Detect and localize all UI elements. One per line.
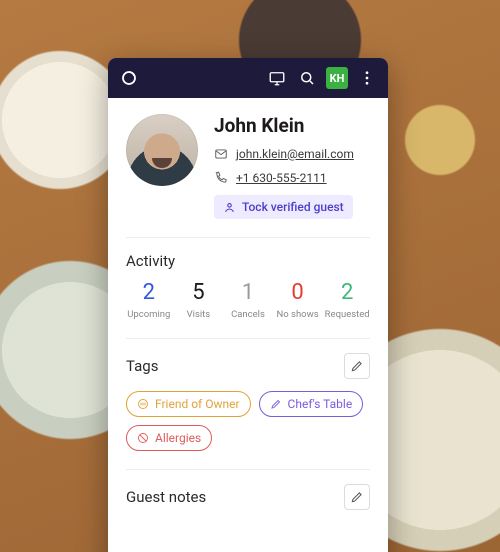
stat-label: Upcoming xyxy=(126,309,172,320)
divider xyxy=(126,338,370,339)
search-icon[interactable] xyxy=(296,67,318,89)
pencil-icon xyxy=(270,398,282,410)
tag-label: Allergies xyxy=(155,431,201,445)
tag-label: Chef's Table xyxy=(288,397,353,411)
notes-title: Guest notes xyxy=(126,488,206,506)
stat-value: 2 xyxy=(126,282,172,304)
tags-title: Tags xyxy=(126,357,158,375)
user-badge[interactable]: KH xyxy=(326,67,348,89)
app-topbar: KH xyxy=(108,58,388,98)
stat-value: 1 xyxy=(225,282,271,304)
stat-requested[interactable]: 2 Requested xyxy=(324,282,370,320)
activity-stats: 2 Upcoming 5 Visits 1 Cancels 0 No shows… xyxy=(126,282,370,320)
pencil-icon xyxy=(350,359,364,373)
avatar[interactable] xyxy=(126,114,198,186)
stat-value: 0 xyxy=(275,282,321,304)
divider xyxy=(126,237,370,238)
stat-label: Visits xyxy=(176,309,222,320)
tag-list: Friend of Owner Chef's Table Allergies xyxy=(126,391,370,451)
person-icon xyxy=(223,201,236,214)
stat-label: Cancels xyxy=(225,309,271,320)
stat-noshows[interactable]: 0 No shows xyxy=(275,282,321,320)
stat-label: Requested xyxy=(324,309,370,320)
tag-chip[interactable]: Chef's Table xyxy=(259,391,364,417)
activity-head: Activity xyxy=(126,252,370,270)
activity-title: Activity xyxy=(126,252,175,270)
tag-chip[interactable]: Allergies xyxy=(126,425,212,451)
email-text: john.klein@email.com xyxy=(236,147,354,161)
phone-row[interactable]: +1 630-555-2111 xyxy=(214,171,370,185)
profile-row: John Klein john.klein@email.com +1 630-5… xyxy=(126,114,370,219)
edit-notes-button[interactable] xyxy=(344,484,370,510)
app-logo-icon[interactable] xyxy=(118,67,140,89)
stat-visits[interactable]: 5 Visits xyxy=(176,282,222,320)
verified-chip: Tock verified guest xyxy=(214,195,353,219)
divider xyxy=(126,469,370,470)
more-icon[interactable] xyxy=(356,67,378,89)
tag-chip[interactable]: Friend of Owner xyxy=(126,391,251,417)
edit-tags-button[interactable] xyxy=(344,353,370,379)
vip-icon xyxy=(137,398,149,410)
notes-head: Guest notes xyxy=(126,484,370,510)
stat-value: 5 xyxy=(176,282,222,304)
stat-cancels[interactable]: 1 Cancels xyxy=(225,282,271,320)
email-row[interactable]: john.klein@email.com xyxy=(214,147,370,161)
stat-label: No shows xyxy=(275,309,321,320)
mail-icon xyxy=(214,147,228,161)
card-content: John Klein john.klein@email.com +1 630-5… xyxy=(108,98,388,552)
pencil-icon xyxy=(350,490,364,504)
verified-label: Tock verified guest xyxy=(242,200,344,214)
guest-card: KH John Klein john.klein@email.com +1 63… xyxy=(108,58,388,552)
tag-label: Friend of Owner xyxy=(155,397,240,411)
phone-icon xyxy=(214,171,228,185)
stat-value: 2 xyxy=(324,282,370,304)
phone-text: +1 630-555-2111 xyxy=(236,171,327,185)
no-icon xyxy=(137,432,149,444)
tags-head: Tags xyxy=(126,353,370,379)
guest-name: John Klein xyxy=(214,114,370,137)
stat-upcoming[interactable]: 2 Upcoming xyxy=(126,282,172,320)
display-icon[interactable] xyxy=(266,67,288,89)
